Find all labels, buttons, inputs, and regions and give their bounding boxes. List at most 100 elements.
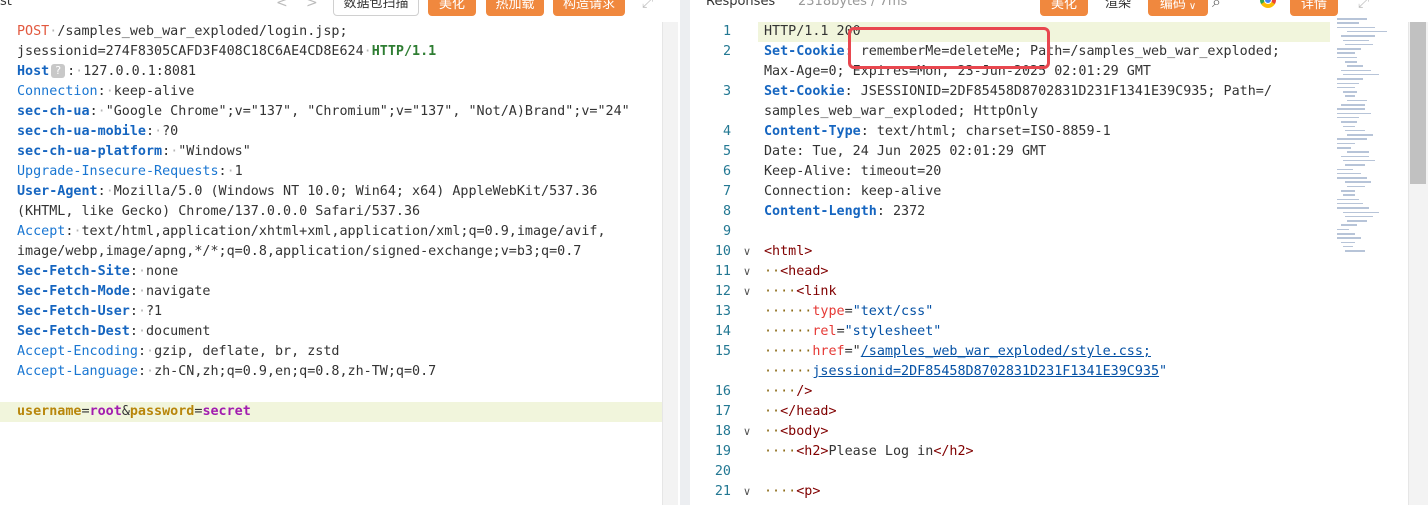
body-param-name: username [17,404,82,419]
request-header-line: Sec-Fetch-User:·?1 [17,304,163,319]
response-header-name: Content-Length [764,204,877,219]
header-value: ?0 [162,124,179,139]
minimap-line [1337,147,1351,149]
header-host: Host?:·127.0.0.1:8081 [17,64,197,79]
fold-chevron-icon[interactable]: ∨ [743,282,751,302]
minimap-line [1343,159,1375,162]
beautify-response-button[interactable]: 美化 [1040,0,1088,16]
minimap-line [1347,65,1363,67]
construct-request-button[interactable]: 构造请求 [553,0,625,16]
response-header-name: Set-Cookie [764,44,845,59]
response-text[interactable]: /samples_web_war_exploded/style.css; [861,344,1151,359]
minimap-line [1337,177,1367,179]
encoding-dropdown[interactable]: 编码 ∨ [1148,0,1208,16]
header-value: (KHTML, like Gecko) Chrome/137.0.0.0 Saf… [17,204,421,219]
response-line: ······href="/samples_web_war_exploded/st… [764,342,1334,362]
response-line: <html> [764,242,1334,262]
response-text[interactable]: jsessionid=2DF85458D8702831D231F1341E39C… [812,364,1159,379]
packet-scan-button[interactable]: 数据包扫描 [333,0,419,16]
response-line: ····<p> [764,482,1334,502]
request-scrollbar[interactable] [662,22,678,505]
header-list: Connection:·keep-alive sec-ch-ua:·"Google… [17,82,667,382]
expand-icon[interactable]: ⤢ [642,0,653,11]
header-name: sec-ch-ua [17,104,90,119]
line-number-text: 18 [714,424,731,439]
response-text: : text/html; charset=ISO-8859-1 [860,124,1111,139]
response-line: ··</head> [764,402,1334,422]
request-header-line: Accept-Encoding:·gzip, deflate, br, zstd [17,344,340,359]
request-path: /samples_web_war_exploded/login.jsp; [57,24,348,39]
response-size-info: 2318bytes / 7ms [798,0,908,9]
request-header-line: Accept:·text/html,application/xhtml+xml,… [17,224,606,239]
minimap-line [1343,125,1355,127]
panel-divider[interactable] [680,0,690,505]
details-button[interactable]: 详情 [1290,0,1338,16]
header-value: navigate [146,284,211,299]
header-value: 1 [234,164,243,179]
response-editor[interactable]: HTTP/1.1 200 Set-Cookie: rememberMe=delet… [758,22,1334,502]
hot-load-button[interactable]: 热加载 [486,0,544,16]
line-number: 12 ∨ [690,282,751,302]
fold-chevron-icon[interactable]: ∨ [743,242,751,262]
minimap-line [1343,194,1355,196]
request-header-line: Sec-Fetch-Mode:·navigate [17,284,211,299]
request-header-line: User-Agent:·Mozilla/5.0 (Windows NT 10.0… [17,184,598,199]
line-number-text: 9 [722,224,731,239]
indent-guide: ···· [764,484,797,499]
fold-chevron-icon[interactable]: ∨ [743,262,751,282]
beautify-request-button[interactable]: 美化 [428,0,476,16]
chrome-icon[interactable] [1260,0,1276,8]
minimap-line [1337,86,1355,89]
header-name: Sec-Fetch-Site [17,264,130,279]
response-text: Connection: keep-alive [764,184,942,199]
encoding-label: 编码 [1159,0,1186,12]
fold-chevron-icon[interactable]: ∨ [743,482,751,502]
response-line: Keep-Alive: timeout=20 [764,162,1334,182]
line-number-text: 4 [722,124,731,139]
line-number: 16 [690,382,731,402]
line-number: 18 ∨ [690,422,751,442]
line-number: 20 [690,462,731,482]
header-name: Accept [17,224,66,239]
response-text: <head> [780,264,829,279]
request-header-line: image/webp,image/apng,*/*;q=0.8,applicat… [17,242,667,262]
minimap-line [1341,224,1357,226]
minimap-line [1347,151,1369,153]
indent-guide: ···· [764,384,797,399]
minimap-line [1345,129,1365,132]
line-number: 2 [690,42,731,62]
line-number: 3 [690,82,731,102]
expand-icon[interactable]: ⤢ [1358,0,1369,11]
render-button[interactable]: 渲染 [1094,0,1142,16]
forward-arrow-icon[interactable]: > [306,0,318,11]
line-number: 4 [690,122,731,142]
code-minimap[interactable] [1335,18,1405,263]
response-toolbar: Responses 2318bytes / 7ms 美化 渲染 编码 ∨ ⌕ 详情… [690,0,1428,20]
request-editor[interactable]: POST·/samples_web_war_exploded/login.jsp… [0,22,667,422]
line-number-text: 10 [714,244,731,259]
indent-guide: ···· [764,284,797,299]
minimap-line [1347,220,1367,222]
response-line: samples_web_war_exploded; HttpOnly [764,102,1334,122]
minimap-line [1347,185,1365,188]
chevron-down-icon: ∨ [1188,1,1197,12]
header-value: Mozilla/5.0 (Windows NT 10.0; Win64; x64… [113,184,598,199]
back-arrow-icon[interactable]: < [276,0,288,11]
response-scrollbar-thumb[interactable] [1410,22,1426,184]
line-number: 14 [690,322,731,342]
minimap-line [1337,172,1361,175]
indent-guide: ······ [764,364,813,379]
line-number-text: 16 [714,384,731,399]
response-text: href [812,344,845,359]
fold-chevron-icon[interactable]: ∨ [743,422,751,442]
request-body: username=root&password=secret [0,402,663,422]
host-help-badge[interactable]: ? [51,64,66,78]
minimap-line [1337,228,1349,231]
response-line: Set-Cookie: JSESSIONID=2DF85458D8702831D… [764,82,1334,102]
response-line: ··<body> [764,422,1334,442]
request-header-line: Sec-Fetch-Site:·none [17,264,179,279]
minimap-line [1343,39,1369,41]
search-icon[interactable]: ⌕ [1212,0,1221,12]
response-text: = [836,324,845,339]
body-param-value: root [89,404,122,419]
